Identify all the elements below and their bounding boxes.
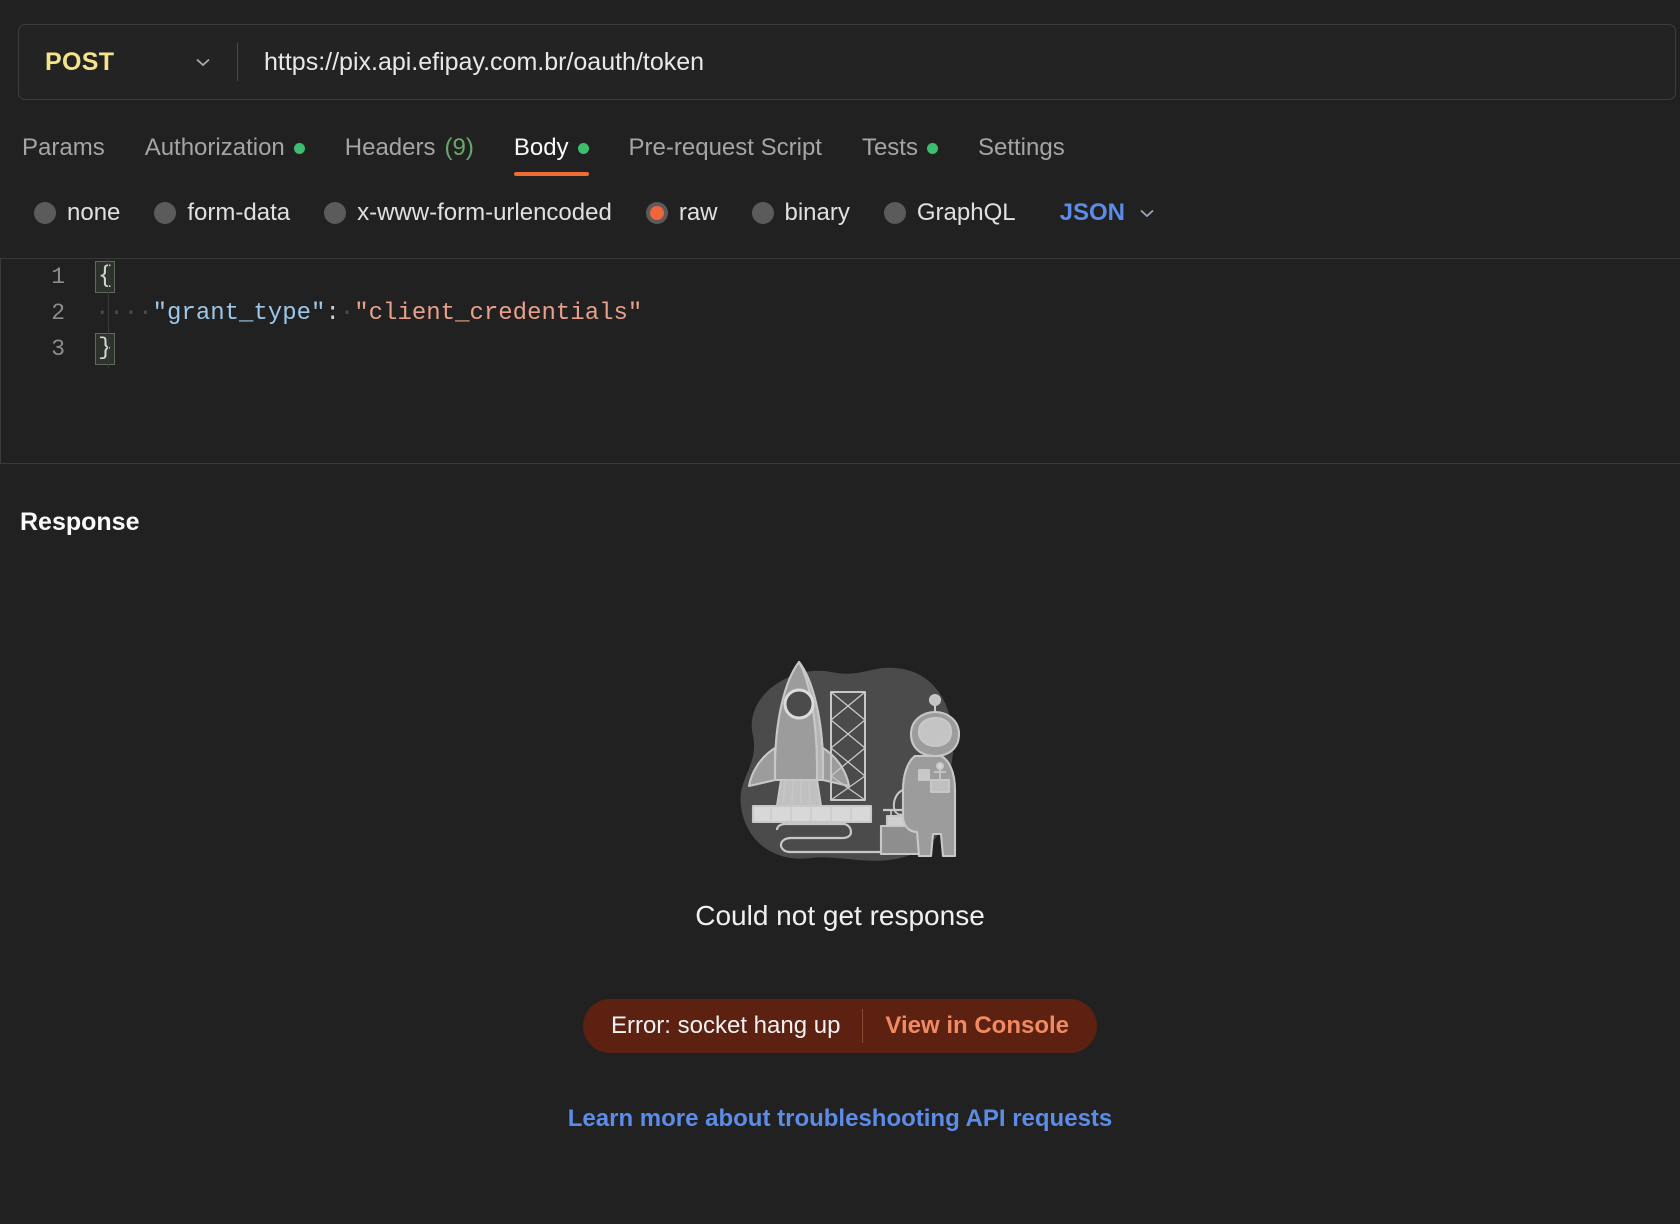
chevron-down-icon (191, 50, 215, 74)
chevron-down-icon (1135, 201, 1159, 225)
error-banner: Error: socket hang up View in Console (582, 999, 1098, 1053)
status-dot-icon (577, 142, 589, 154)
body-type-none[interactable]: none (34, 199, 120, 227)
code-line: 1 { (1, 259, 1680, 295)
line-number: 3 (51, 336, 65, 362)
space-dot: · (339, 299, 355, 327)
tab-label: Body (513, 134, 569, 161)
request-body-editor[interactable]: 1 { 2 ···· "grant_type": · "client_credenti… (0, 258, 1680, 464)
tab-tests[interactable]: Tests (842, 120, 958, 176)
body-type-options: none form-data x-www-form-urlencoded raw… (34, 190, 1159, 236)
tab-label: Authorization (144, 134, 285, 161)
tab-pre-request-script[interactable]: Pre-request Script (609, 120, 842, 176)
radio-icon[interactable] (154, 202, 177, 224)
body-type-binary[interactable]: binary (751, 199, 850, 227)
empty-response-title: Could not get response (695, 900, 985, 931)
tab-params[interactable]: Params (22, 120, 125, 176)
tab-label: Pre-request Script (628, 134, 822, 161)
body-type-raw[interactable]: raw (645, 199, 718, 227)
indent-dots: ···· (95, 299, 153, 327)
http-method-label: POST (45, 47, 115, 76)
radio-label: GraphQL (916, 199, 1016, 226)
response-section-title: Response (20, 508, 140, 536)
radio-icon[interactable] (34, 202, 56, 224)
request-url-bar: POST https://pix.api.efipay.com.br/oauth… (18, 24, 1676, 100)
line-number: 1 (51, 264, 65, 290)
tab-label: Params (22, 134, 105, 161)
radio-icon[interactable] (324, 202, 347, 224)
http-method-select[interactable]: POST (19, 25, 237, 99)
body-type-graphql[interactable]: GraphQL (883, 199, 1016, 227)
tab-body[interactable]: Body (494, 120, 609, 176)
tab-settings[interactable]: Settings (958, 120, 1085, 176)
body-language-label: JSON (1059, 199, 1125, 226)
error-message: Error: socket hang up (610, 1012, 841, 1039)
code-content[interactable]: } (87, 333, 1680, 365)
code-line: 2 ···· "grant_type": · "client_credentials" (1, 295, 1680, 331)
response-empty-state: Could not get response Error: socket han… (0, 545, 1680, 1224)
radio-label: binary (784, 199, 850, 226)
radio-label: none (67, 199, 121, 226)
troubleshooting-link[interactable]: Learn more about troubleshooting API req… (568, 1105, 1113, 1133)
tab-label: Headers (344, 134, 436, 161)
code-content[interactable]: ···· "grant_type": · "client_credentials" (87, 300, 1680, 327)
radio-icon-selected[interactable] (645, 202, 668, 224)
view-in-console-button[interactable]: View in Console (863, 1012, 1069, 1040)
body-type-urlencoded[interactable]: x-www-form-urlencoded (324, 199, 612, 227)
brace-close: } (95, 333, 116, 365)
json-value: "client_credentials" (354, 299, 643, 327)
rocket-launch-astronaut-illustration (715, 640, 965, 880)
code-content[interactable]: { (87, 261, 1680, 293)
tab-label: Tests (861, 134, 918, 161)
tab-label: Settings (977, 134, 1065, 161)
tab-authorization[interactable]: Authorization (125, 120, 325, 176)
line-number: 2 (51, 300, 65, 326)
tab-headers[interactable]: Headers (9) (325, 120, 494, 176)
radio-label: form-data (187, 199, 291, 226)
radio-label: raw (678, 199, 718, 226)
json-key: "grant_type" (152, 299, 326, 327)
body-type-form-data[interactable]: form-data (154, 199, 290, 227)
radio-icon[interactable] (883, 202, 906, 224)
headers-count: (9) (444, 134, 474, 161)
json-colon: : (325, 299, 340, 327)
body-language-select[interactable]: JSON (1060, 199, 1159, 227)
code-line: 3 } (1, 331, 1680, 367)
status-dot-icon (926, 142, 938, 154)
radio-icon[interactable] (751, 202, 774, 224)
brace-open: { (95, 261, 116, 293)
url-input[interactable]: https://pix.api.efipay.com.br/oauth/toke… (238, 25, 1675, 99)
status-dot-icon (293, 142, 305, 154)
request-tabs: Params Authorization Headers (9) Body Pr… (0, 120, 1680, 182)
radio-label: x-www-form-urlencoded (357, 199, 612, 226)
indent-guide (108, 258, 109, 368)
